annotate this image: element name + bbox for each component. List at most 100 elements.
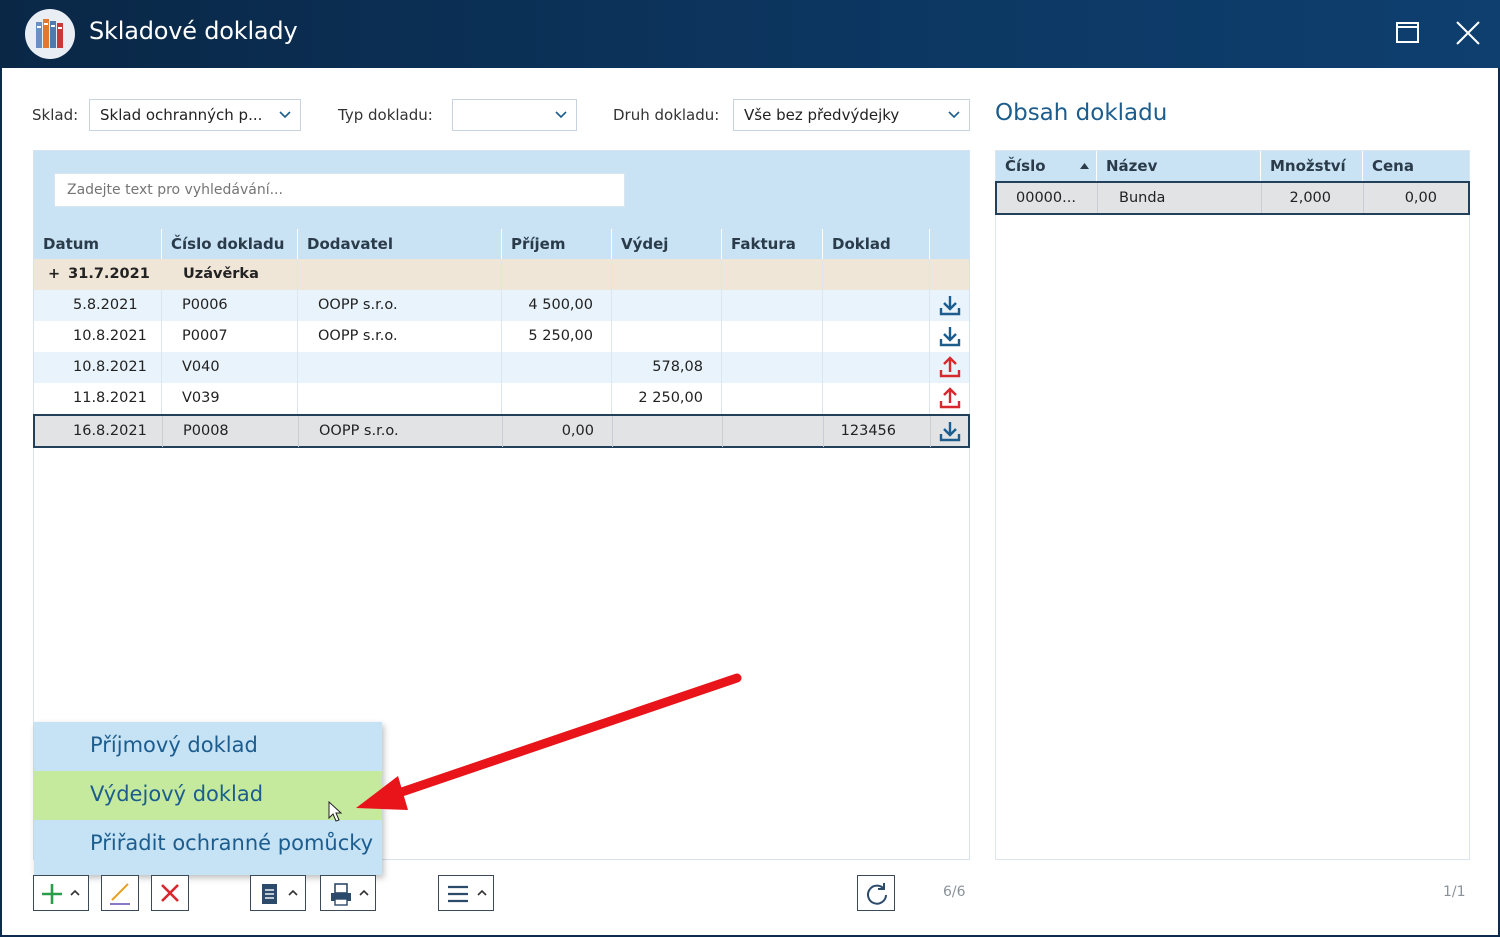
group-label: Uzávěrka <box>162 259 298 290</box>
table-row[interactable]: 5.8.2021 P0006 OOPP s.r.o. 4 500,00 <box>34 290 969 321</box>
cell-vydej: 2 250,00 <box>612 383 722 414</box>
col-cislo-label: Číslo <box>1005 157 1046 175</box>
col-nazev[interactable]: Název <box>1097 151 1261 181</box>
cell-cislo: 00000... <box>997 183 1098 213</box>
cell-prijem <box>502 383 612 414</box>
cell-doklad: 123456 <box>824 416 931 447</box>
annotation-arrow <box>356 673 742 810</box>
cell-mnozstvi: 2,000 <box>1262 183 1364 213</box>
detail-grid-header: Číslo Název Množství Cena <box>996 151 1469 181</box>
expand-icon[interactable]: + <box>48 266 60 282</box>
plus-icon <box>42 884 62 904</box>
printer-icon <box>331 883 351 906</box>
cell-dodavatel <box>298 352 502 383</box>
cell-prijem: 5 250,00 <box>502 321 612 352</box>
col-faktura[interactable]: Faktura <box>722 229 823 259</box>
cell-prijem <box>502 352 612 383</box>
sklad-select-value: Sklad ochranných p... <box>100 106 263 124</box>
cell-faktura <box>722 383 823 414</box>
cell-datum: 5.8.2021 <box>34 290 162 321</box>
cell-datum: 16.8.2021 <box>35 416 163 447</box>
add-document-menu: Příjmový doklad Výdejový doklad Přiřadit… <box>34 722 382 875</box>
caret-up-icon <box>70 889 80 896</box>
cell-vydej <box>612 290 722 321</box>
col-datum[interactable]: Datum <box>34 229 162 259</box>
col-mnozstvi[interactable]: Množství <box>1261 151 1363 181</box>
cell-cislo: V039 <box>162 383 298 414</box>
menu-item-priradit-pomucky[interactable]: Přiřadit ochranné pomůcky <box>34 820 382 869</box>
cell-cena: 0,00 <box>1404 190 1437 206</box>
cell-prijem: 4 500,00 <box>502 290 612 321</box>
cell-datum: 10.8.2021 <box>34 321 162 352</box>
cell-dodavatel: OOPP s.r.o. <box>299 416 503 447</box>
delete-x-icon <box>161 884 179 902</box>
edit-button[interactable] <box>101 875 139 911</box>
document-icon <box>262 884 277 904</box>
maximize-button[interactable] <box>1394 18 1422 48</box>
sklad-select[interactable]: Sklad ochranných p... <box>89 99 301 131</box>
window-client: Sklad: Sklad ochranných p... Typ dokladu… <box>2 68 1498 935</box>
upload-icon[interactable] <box>939 387 961 409</box>
cell-prijem: 0,00 <box>503 416 613 447</box>
app-logo-icon <box>25 9 75 59</box>
chevron-down-icon <box>279 111 291 119</box>
chevron-down-icon <box>555 111 567 119</box>
table-row[interactable]: 10.8.2021 V040 578,08 <box>34 352 969 383</box>
title-bar: Skladové doklady <box>0 0 1500 68</box>
col-dodavatel[interactable]: Dodavatel <box>298 229 502 259</box>
menu-button[interactable] <box>438 875 494 911</box>
table-row[interactable]: 11.8.2021 V039 2 250,00 <box>34 383 969 414</box>
detail-title: Obsah dokladu <box>995 100 1168 126</box>
document-button[interactable] <box>250 875 306 911</box>
cell-datum: 10.8.2021 <box>34 352 162 383</box>
search-area <box>34 151 969 229</box>
sklad-label: Sklad: <box>32 106 79 124</box>
add-button[interactable] <box>33 875 89 911</box>
cell-cislo: P0008 <box>163 416 299 447</box>
cell-dodavatel <box>298 383 502 414</box>
table-row[interactable]: 10.8.2021 P0007 OOPP s.r.o. 5 250,00 <box>34 321 969 352</box>
table-row-selected[interactable]: 16.8.2021 P0008 OOPP s.r.o. 0,00 123456 <box>33 414 970 448</box>
typ-dokladu-select[interactable] <box>452 99 577 131</box>
col-vydej[interactable]: Výdej <box>612 229 722 259</box>
cell-faktura <box>722 321 823 352</box>
col-cislo-dokladu[interactable]: Číslo dokladu <box>162 229 298 259</box>
group-row[interactable]: +31.7.2021 Uzávěrka <box>34 259 969 290</box>
cell-dodavatel: OOPP s.r.o. <box>298 321 502 352</box>
cell-doklad <box>823 290 930 321</box>
cell-cislo: P0007 <box>162 321 298 352</box>
upload-icon[interactable] <box>939 356 961 378</box>
col-doklad[interactable]: Doklad <box>823 229 930 259</box>
detail-row-selected[interactable]: 00000... Bunda 2,000 0,00 <box>995 181 1470 215</box>
cell-faktura <box>722 352 823 383</box>
window-title: Skladové doklady <box>89 17 298 45</box>
refresh-icon <box>867 883 887 905</box>
menu-item-prijmovy-doklad[interactable]: Příjmový doklad <box>34 722 382 771</box>
sort-ascending-icon <box>1080 163 1089 169</box>
col-cislo[interactable]: Číslo <box>996 151 1097 181</box>
refresh-button[interactable] <box>857 875 895 911</box>
mouse-cursor-icon <box>328 801 343 822</box>
cell-faktura <box>722 290 823 321</box>
close-button[interactable] <box>1454 18 1482 48</box>
download-icon[interactable] <box>939 294 961 316</box>
group-date: 31.7.2021 <box>68 266 150 282</box>
hamburger-icon <box>448 885 468 903</box>
detail-panel: Číslo Název Množství Cena 00000... Bunda… <box>995 150 1470 860</box>
print-button[interactable] <box>320 875 376 911</box>
delete-button[interactable] <box>151 875 189 911</box>
grid-header: Datum Číslo dokladu Dodavatel Příjem Výd… <box>34 229 969 259</box>
search-input[interactable] <box>54 173 625 207</box>
col-cena[interactable]: Cena <box>1363 151 1469 181</box>
caret-up-icon <box>477 889 487 896</box>
download-icon[interactable] <box>939 420 961 442</box>
col-prijem[interactable]: Příjem <box>502 229 612 259</box>
caret-up-icon <box>288 889 298 896</box>
typ-dokladu-label: Typ dokladu: <box>338 106 433 124</box>
druh-dokladu-value: Vše bez předvýdejky <box>744 106 900 124</box>
druh-dokladu-select[interactable]: Vše bez předvýdejky <box>733 99 970 131</box>
cell-vydej <box>613 416 723 447</box>
download-icon[interactable] <box>939 325 961 347</box>
cell-vydej <box>612 321 722 352</box>
cell-dodavatel: OOPP s.r.o. <box>298 290 502 321</box>
